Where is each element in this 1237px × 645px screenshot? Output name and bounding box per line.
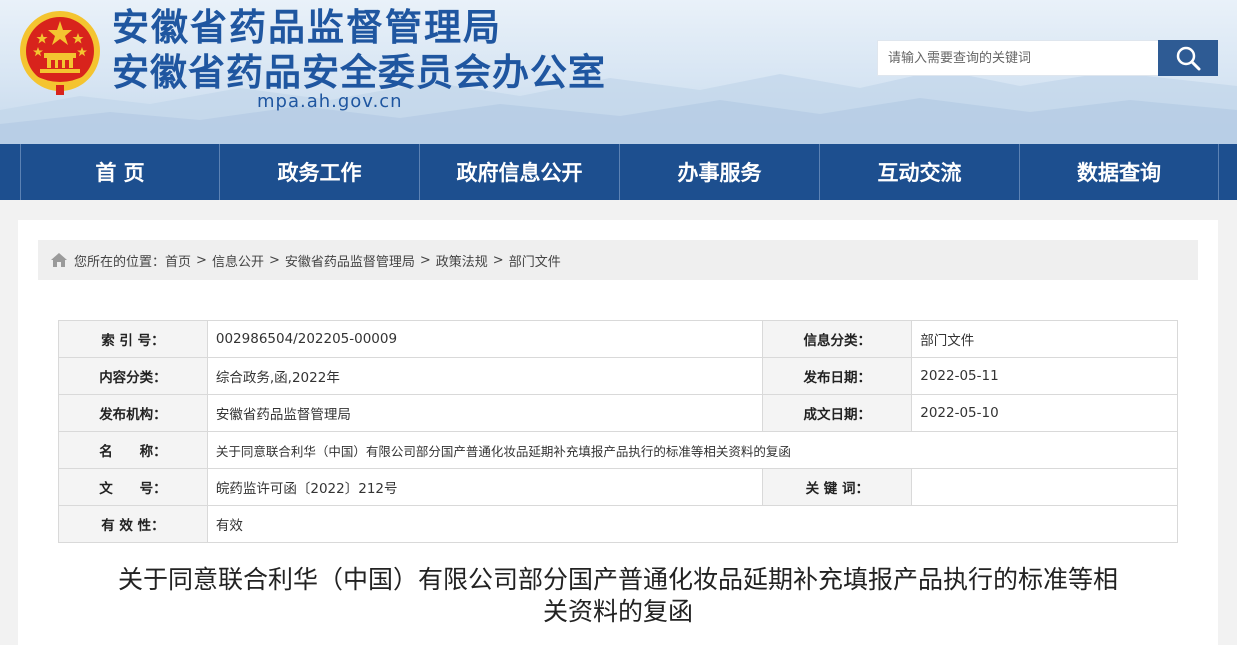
search-box — [877, 40, 1218, 76]
document-title: 关于同意联合利华（中国）有限公司部分国产普通化妆品延期补充填报产品执行的标准等相… — [54, 564, 1182, 628]
index-no-label: 索 引 号： — [58, 320, 208, 358]
made-date-label: 成文日期： — [762, 394, 913, 432]
nav-item-interaction[interactable]: 互动交流 — [820, 144, 1020, 200]
nav-item-data-query[interactable]: 数据查询 — [1020, 144, 1219, 200]
issuer-label: 发布机构： — [58, 394, 208, 432]
table-row: 名 称： 关于同意联合利华（中国）有限公司部分国产普通化妆品延期补充填报产品执行… — [58, 431, 1179, 469]
keywords-label: 关 键 词： — [762, 468, 913, 506]
publish-date-label: 发布日期： — [762, 357, 913, 395]
document-title-line2: 关资料的复函 — [542, 597, 693, 626]
info-category-value: 部门文件 — [911, 320, 1178, 358]
validity-value: 有效 — [206, 505, 1179, 543]
nav-item-government-affairs[interactable]: 政务工作 — [220, 144, 420, 200]
doc-no-label: 文 号： — [58, 468, 208, 506]
breadcrumb-policy[interactable]: 政策法规 — [436, 251, 488, 270]
main-content: 您所在的位置： 首页 > 信息公开 > 安徽省药品监督管理局 > 政策法规 > … — [18, 220, 1218, 645]
publish-date-value: 2022-05-11 — [911, 357, 1178, 395]
search-button[interactable] — [1158, 40, 1218, 76]
breadcrumb-separator: > — [196, 252, 207, 268]
table-row: 发布机构： 安徽省药品监督管理局 成文日期： 2022-05-10 — [58, 394, 1178, 432]
name-label: 名 称： — [58, 431, 208, 469]
breadcrumb-prefix: 您所在的位置： — [74, 254, 166, 270]
site-header: 安徽省药品监督管理局 安徽省药品安全委员会办公室 mpa.ah.gov.cn — [0, 0, 1237, 144]
content-category-label: 内容分类： — [58, 357, 208, 395]
national-emblem-icon[interactable] — [18, 9, 102, 97]
index-no-value: 002986504/202205-00009 — [206, 320, 764, 358]
document-metadata-table: 索 引 号： 002986504/202205-00009 信息分类： 部门文件… — [58, 320, 1179, 543]
name-value: 关于同意联合利华（中国）有限公司部分国产普通化妆品延期补充填报产品执行的标准等相… — [206, 431, 1179, 469]
content-category-value: 综合政务,函,2022年 — [206, 357, 764, 395]
breadcrumb-agency[interactable]: 安徽省药品监督管理局 — [285, 251, 415, 270]
document-title-line1: 关于同意联合利华（中国）有限公司部分国产普通化妆品延期补充填报产品执行的标准等相 — [117, 565, 1118, 594]
search-icon — [1176, 46, 1201, 71]
main-nav: 首 页 政务工作 政府信息公开 办事服务 互动交流 数据查询 — [0, 144, 1237, 200]
table-row: 内容分类： 综合政务,函,2022年 发布日期： 2022-05-11 — [58, 357, 1178, 395]
site-subtitle: 安徽省药品安全委员会办公室 — [112, 51, 606, 94]
site-title: 安徽省药品监督管理局 — [112, 6, 502, 49]
keywords-value — [911, 468, 1178, 506]
doc-no-value: 皖药监许可函〔2022〕212号 — [206, 468, 764, 506]
table-row: 文 号： 皖药监许可函〔2022〕212号 关 键 词： — [58, 468, 1178, 506]
breadcrumb-separator: > — [419, 252, 431, 268]
nav-item-home[interactable]: 首 页 — [20, 144, 220, 200]
table-row: 有 效 性： 有效 — [58, 505, 1179, 543]
nav-item-services[interactable]: 办事服务 — [620, 144, 820, 200]
breadcrumb-info-public[interactable]: 信息公开 — [212, 251, 264, 270]
made-date-value: 2022-05-10 — [911, 394, 1178, 432]
validity-label: 有 效 性： — [58, 505, 208, 543]
breadcrumb-dept-docs[interactable]: 部门文件 — [509, 251, 561, 270]
breadcrumb-separator: > — [492, 252, 504, 268]
home-icon[interactable] — [50, 252, 68, 268]
breadcrumb-home[interactable]: 首页 — [165, 251, 191, 270]
breadcrumb: 您所在的位置： 首页 > 信息公开 > 安徽省药品监督管理局 > 政策法规 > … — [38, 240, 1198, 280]
issuer-value: 安徽省药品监督管理局 — [206, 394, 764, 432]
info-category-label: 信息分类： — [762, 320, 913, 358]
nav-item-info-disclosure[interactable]: 政府信息公开 — [420, 144, 620, 200]
search-input[interactable] — [877, 40, 1159, 76]
table-row: 索 引 号： 002986504/202205-00009 信息分类： 部门文件 — [58, 320, 1178, 358]
breadcrumb-separator: > — [268, 252, 280, 268]
site-domain: mpa.ah.gov.cn — [257, 91, 403, 112]
